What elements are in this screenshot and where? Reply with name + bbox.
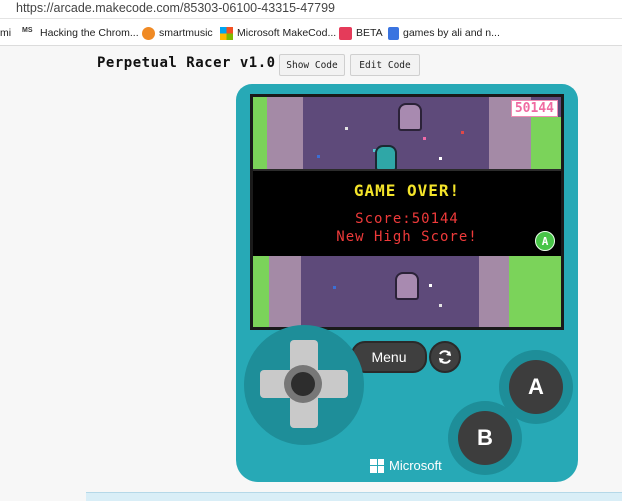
microsoft-brand: Microsoft <box>370 458 442 473</box>
player-car-icon <box>375 145 397 171</box>
game-screen-frame: 50144 GAME OVER! Score:50144 New High Sc… <box>250 94 564 330</box>
restart-button[interactable] <box>429 341 461 373</box>
bookmark-label: mi <box>0 27 12 39</box>
final-score-text: Score:50144 <box>355 211 459 227</box>
debris <box>333 286 336 289</box>
menu-button[interactable]: Menu <box>351 341 427 373</box>
smartmusic-icon <box>142 26 155 40</box>
bookmark-item[interactable]: Microsoft MakeCod... <box>220 25 336 41</box>
ms-text-icon: MS <box>22 26 33 34</box>
game-screen[interactable]: 50144 GAME OVER! Score:50144 New High Sc… <box>253 97 561 327</box>
race-track-bottom <box>253 256 561 327</box>
enemy-car-icon <box>398 103 422 131</box>
microsoft-logo-icon <box>220 26 233 40</box>
a-button-prompt-icon: A <box>535 231 555 251</box>
bookmark-item[interactable]: smartmusic <box>142 25 213 41</box>
debris <box>317 155 320 158</box>
hud-score: 50144 <box>510 100 558 117</box>
grass <box>509 256 561 327</box>
brand-text: Microsoft <box>389 458 442 473</box>
docs-icon <box>388 26 399 40</box>
track-edge <box>269 256 301 327</box>
url-text[interactable]: https://arcade.makecode.com/85303-06100-… <box>16 1 335 15</box>
show-code-button[interactable]: Show Code <box>279 54 345 76</box>
debris <box>345 127 348 130</box>
bookmark-item[interactable]: BETA <box>339 25 383 41</box>
track-edge <box>267 97 303 169</box>
bookmark-label: BETA <box>356 27 383 39</box>
bookmark-label: smartmusic <box>159 27 213 39</box>
refresh-icon <box>439 350 451 364</box>
microsoft-logo-icon <box>370 458 384 473</box>
debris <box>423 137 426 140</box>
debris <box>461 131 464 134</box>
dpad[interactable] <box>244 325 364 445</box>
debris <box>439 157 442 160</box>
page-title: Perpetual Racer v1.0 <box>97 55 276 71</box>
bookmark-item[interactable]: games by ali and n... <box>388 25 500 41</box>
debris <box>429 284 432 287</box>
beta-icon <box>339 26 352 40</box>
dpad-center <box>284 365 322 403</box>
race-track-top: 50144 <box>253 97 561 171</box>
bookmark-item[interactable]: MS Hacking the Chrom... <box>22 25 139 41</box>
dpad-knob <box>291 372 315 396</box>
debris <box>439 304 442 307</box>
grass <box>253 97 267 169</box>
bookmark-label: games by ali and n... <box>403 27 500 39</box>
enemy-car-icon <box>395 272 419 300</box>
game-over-text: GAME OVER! <box>353 181 461 200</box>
grass <box>253 256 269 327</box>
b-button[interactable]: B <box>458 411 512 465</box>
bookmarks-bar: mi MS Hacking the Chrom... smartmusic Mi… <box>0 19 622 46</box>
a-button[interactable]: A <box>509 360 563 414</box>
game-over-banner: GAME OVER! Score:50144 New High Score! A <box>253 169 561 260</box>
bookmark-label: Hacking the Chrom... <box>40 27 139 39</box>
bookmark-item[interactable]: mi <box>0 25 11 41</box>
address-bar[interactable]: https://arcade.makecode.com/85303-06100-… <box>0 0 622 19</box>
new-high-score-text: New High Score! <box>336 229 478 245</box>
bookmark-label: Microsoft MakeCod... <box>237 27 337 39</box>
edit-code-button[interactable]: Edit Code <box>350 54 420 76</box>
game-console: 50144 GAME OVER! Score:50144 New High Sc… <box>236 84 578 482</box>
